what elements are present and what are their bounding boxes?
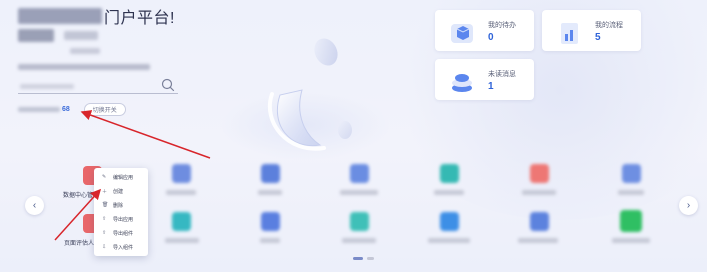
annotation-arrows: [54, 110, 211, 241]
annotation-arrow: [54, 188, 102, 241]
annotation-arrow: [80, 110, 211, 159]
